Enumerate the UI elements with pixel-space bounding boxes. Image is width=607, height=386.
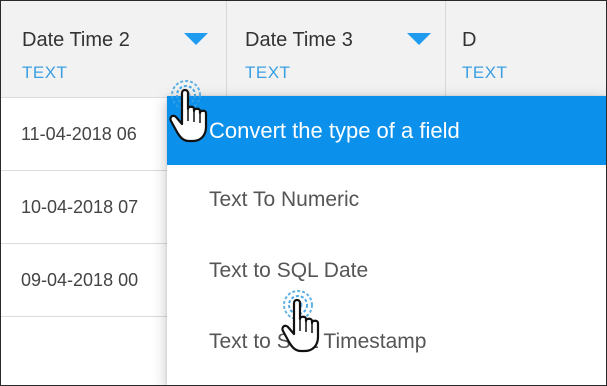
column-name: Date Time 3 <box>245 29 353 51</box>
dropdown-title[interactable]: Convert the type of a field <box>167 96 606 165</box>
column-type-label: TEXT <box>22 63 68 82</box>
menu-item-text-to-sql-date[interactable]: Text to SQL Date <box>167 236 606 307</box>
table-cell: 09-04-2018 00 <box>21 270 139 290</box>
menu-item-label: Text to SQL Timestamp <box>209 330 427 353</box>
column-type-label: TEXT <box>245 63 291 82</box>
column-header-date-time-2[interactable]: Date Time 2 TEXT <box>1 1 227 97</box>
menu-item-text-to-numeric[interactable]: Text To Numeric <box>167 165 606 236</box>
column-name: Date Time 2 <box>22 29 130 51</box>
column-type-label: TEXT <box>462 63 508 82</box>
dropdown-title-label: Convert the type of a field <box>209 118 460 143</box>
column-header-d[interactable]: D TEXT <box>446 1 606 97</box>
chevron-down-icon[interactable] <box>407 33 431 45</box>
column-name: D <box>462 29 477 51</box>
column-header-date-time-3[interactable]: Date Time 3 TEXT <box>227 1 446 97</box>
menu-item-text-to-sql-timestamp[interactable]: Text to SQL Timestamp <box>167 307 606 378</box>
data-grid: Date Time 2 TEXT Date Time 3 TEXT D TEXT… <box>0 0 607 386</box>
chevron-down-icon[interactable] <box>184 33 208 45</box>
menu-item-label: Text To Numeric <box>209 188 360 211</box>
table-cell: 10-04-2018 07 <box>21 197 139 217</box>
menu-item-label: Text to SQL Date <box>209 259 369 282</box>
convert-type-dropdown: Convert the type of a field Text To Nume… <box>167 96 606 385</box>
grid-header: Date Time 2 TEXT Date Time 3 TEXT D TEXT <box>1 1 606 98</box>
table-cell: 11-04-2018 06 <box>21 124 137 144</box>
